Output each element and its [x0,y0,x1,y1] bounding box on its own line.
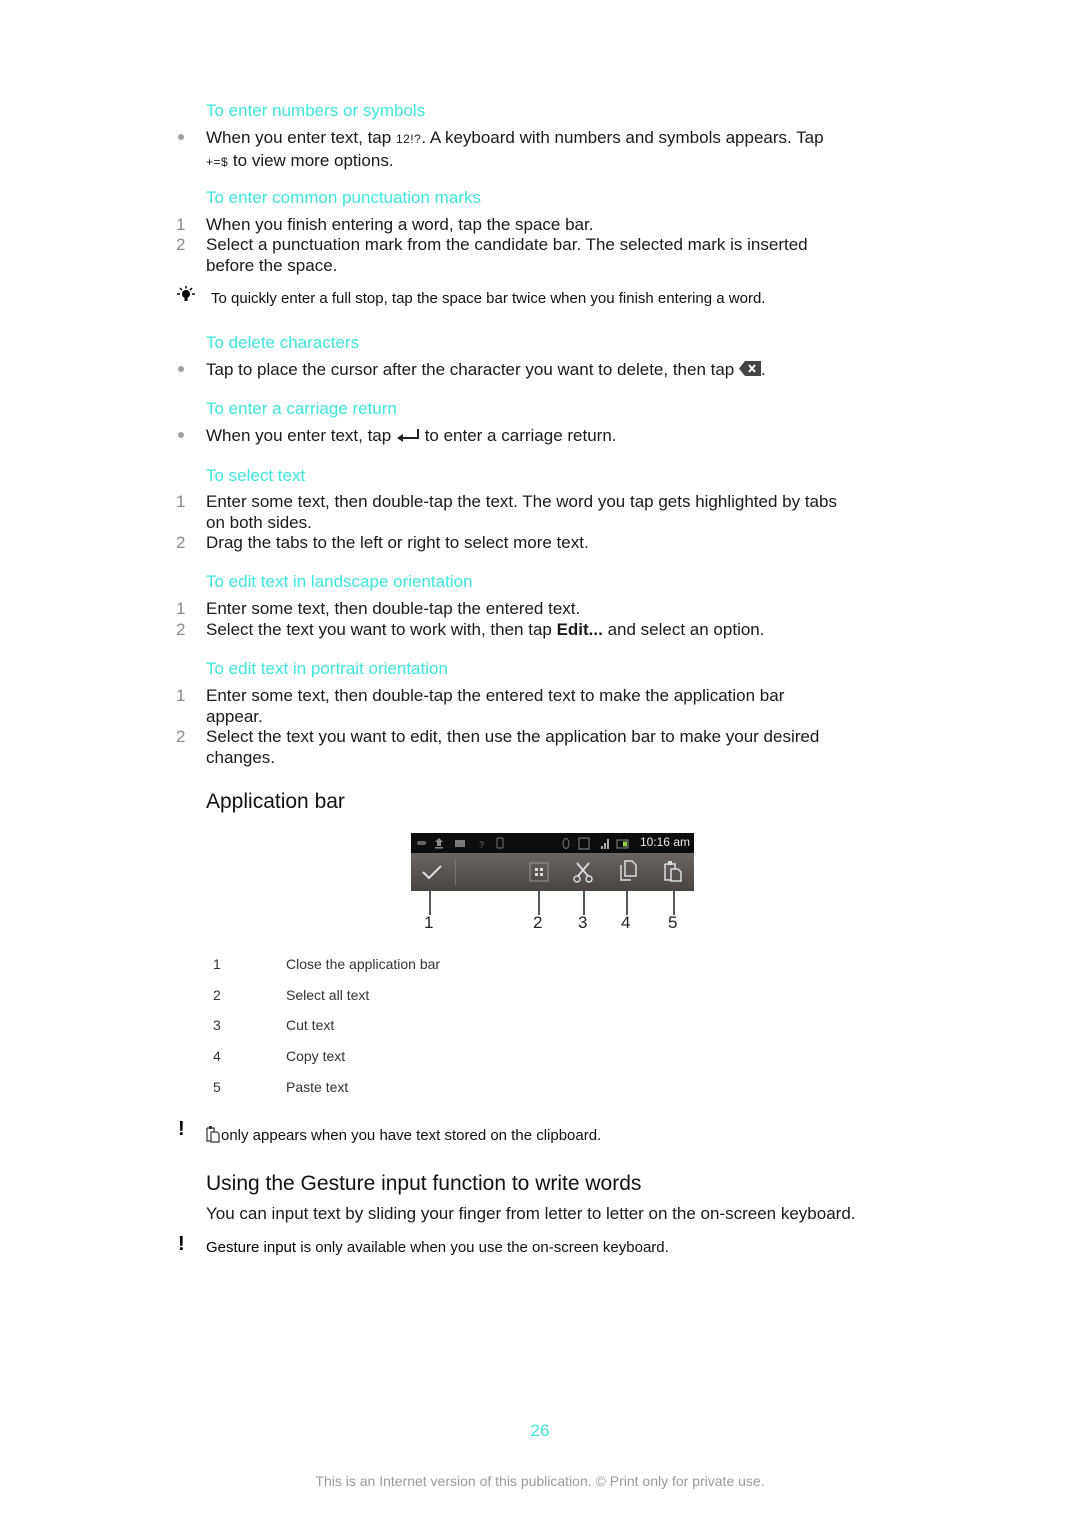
legend-label: Select all text [286,987,370,1003]
legend-number: 4 [213,1048,221,1064]
clipboard-note: only appears when you have text stored o… [205,1125,601,1147]
step-number: 2 [176,235,186,254]
step-text: Enter some text, then double-tap the tex… [206,492,837,532]
footer-notice: This is an Internet version of this publ… [315,1473,765,1489]
text-fragment: and select an option. [602,620,765,639]
cut-scissors-icon[interactable] [573,861,593,883]
text-fragment: When you enter text, tap [206,128,396,147]
callout-number: 4 [621,913,631,932]
legend-number: 3 [213,1017,221,1033]
step-number: 2 [176,727,186,746]
paste-icon[interactable] [663,860,683,882]
backspace-icon [739,360,761,381]
gesture-input-term: Gesture input [206,1239,297,1256]
step-number: 1 [176,686,186,705]
delete-text: Tap to place the cursor after the charac… [206,359,866,381]
status-bar: ? 10:16 am [411,833,694,853]
step-number: 1 [176,599,186,618]
gesture-body: You can input text by sliding your finge… [206,1204,856,1223]
step-text: Drag the tabs to the left or right to se… [206,533,589,552]
status-system-icons [562,837,629,850]
text-fragment: When you enter text, tap [206,426,392,445]
legend-number: 1 [213,956,221,972]
step-text: Select the text you want to work with, t… [206,619,866,640]
action-divider [455,859,456,885]
callout-number: 2 [533,913,543,932]
callout-number: 1 [424,913,434,932]
callout-line [626,891,628,915]
callout-line [538,891,540,915]
select-all-icon[interactable] [529,862,549,882]
text-fragment: Tap to place the cursor after the charac… [206,360,735,379]
text-fragment: . [761,360,766,379]
application-bar-figure: ? 10:16 am 1 2 3 4 5 [411,833,694,933]
paste-icon [205,1125,221,1147]
callout-line [673,891,675,915]
legend-number: 2 [213,987,221,1003]
text-fragment: . A keyboard with numbers and symbols ap… [421,128,824,147]
callout-line [583,891,585,915]
heading-select-text: To select text [206,466,306,485]
page-number: 26 [530,1421,550,1440]
step-number: 2 [176,533,186,552]
step-text: Select a punctuation mark from the candi… [206,235,808,275]
legend-label: Close the application bar [286,956,441,972]
callout-line [429,891,431,915]
edit-menu-label: Edit... [556,620,603,639]
bullet-marker [178,366,184,372]
legend-number: 5 [213,1079,221,1095]
symbols-key-glyph: +=$ [206,155,229,169]
step-text: When you finish entering a word, tap the… [206,215,594,234]
text-fragment: Select the text you want to work with, t… [206,620,557,639]
warning-exclamation-icon: ! [178,1233,185,1255]
step-text: Enter some text, then double-tap the ent… [206,686,785,726]
tip-text: To quickly enter a full stop, tap the sp… [211,290,766,307]
legend-label: Copy text [286,1048,346,1064]
heading-portrait: To edit text in portrait orientation [206,659,448,678]
lightbulb-tip-icon [176,286,196,309]
numbers-symbols-text: When you enter text, tap 12!?. A keyboar… [206,127,866,173]
heading-delete: To delete characters [206,333,360,352]
heading-numbers-symbols: To enter numbers or symbols [206,101,426,120]
status-time: 10:16 am [639,835,690,849]
heading-punctuation: To enter common punctuation marks [206,188,481,207]
heading-application-bar: Application bar [206,790,345,813]
callout-number: 3 [578,913,588,932]
enter-key-icon [396,426,420,447]
bullet-marker [178,134,184,140]
gesture-note: Gesture input is only available when you… [206,1239,669,1256]
callout-number: 5 [668,913,678,932]
text-fragment: is only available when you use the on-sc… [296,1239,669,1256]
step-text: Select the text you want to edit, then u… [206,727,820,767]
copy-icon[interactable] [618,860,638,882]
warning-exclamation-icon: ! [178,1118,185,1140]
heading-carriage-return: To enter a carriage return [206,399,397,418]
legend-label: Cut text [286,1017,335,1033]
heading-landscape: To edit text in landscape orientation [206,572,473,591]
checkmark-close-icon[interactable] [421,863,443,881]
step-text: Enter some text, then double-tap the ent… [206,599,581,618]
action-bar [411,853,694,891]
heading-gesture-input: Using the Gesture input function to writ… [206,1172,642,1195]
step-number: 1 [176,492,186,511]
step-number: 1 [176,215,186,234]
text-fragment: to view more options. [228,151,394,170]
bullet-marker [178,432,184,438]
legend-label: Paste text [286,1079,349,1095]
text-fragment: only appears when you have text stored o… [221,1126,602,1144]
svg-text:?: ? [479,840,484,850]
numbers-key-glyph: 12!? [395,132,422,146]
status-notification-icons: ? [417,837,504,850]
text-fragment: to enter a carriage return. [424,426,617,445]
step-number: 2 [176,620,186,639]
carriage-return-text: When you enter text, tap to enter a carr… [206,425,866,447]
